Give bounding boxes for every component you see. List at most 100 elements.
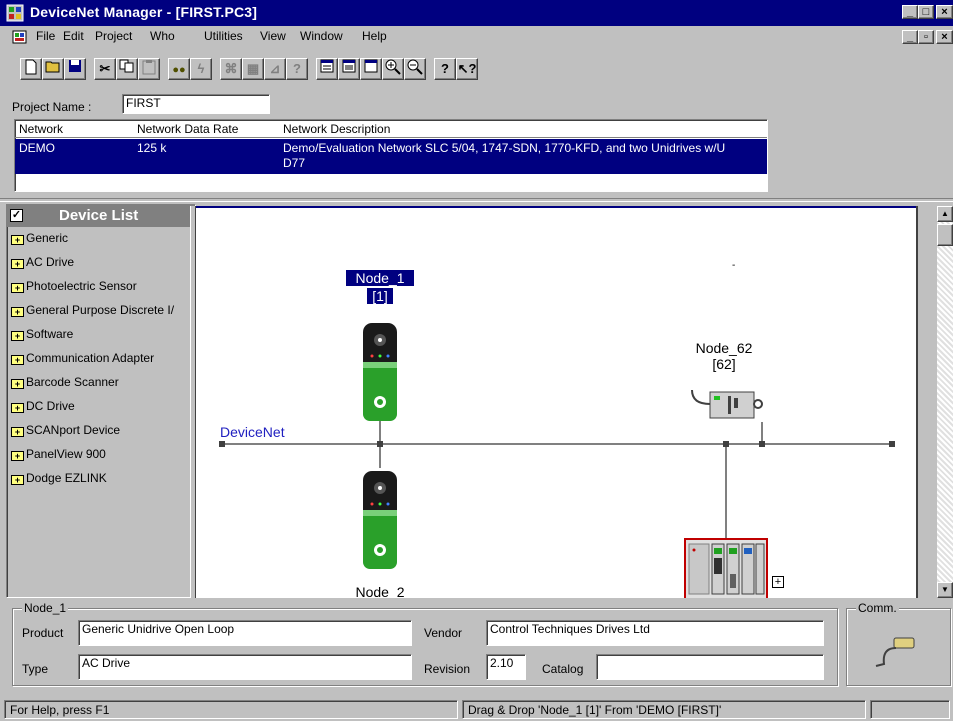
status-extra-cell: [870, 700, 950, 719]
expand-folder-icon[interactable]: +: [11, 403, 24, 413]
node62-kfd-adapter-icon[interactable]: [690, 388, 766, 424]
device-list-item[interactable]: + SCANport Device: [11, 423, 195, 445]
wizard-help-button[interactable]: ?: [286, 58, 308, 80]
document-icon[interactable]: [12, 29, 28, 45]
expand-folder-icon[interactable]: +: [11, 379, 24, 389]
column-network-description[interactable]: Network Description: [283, 122, 390, 136]
menu-project[interactable]: Project: [95, 29, 132, 43]
revision-field[interactable]: 2.10: [486, 654, 526, 680]
help-button[interactable]: ?: [434, 58, 456, 80]
menu-window[interactable]: Window: [300, 29, 343, 43]
product-field[interactable]: Generic Unidrive Open Loop: [78, 620, 412, 646]
device-list-item[interactable]: + Dodge EZLINK: [11, 471, 195, 493]
device-list-item[interactable]: + AC Drive: [11, 255, 195, 277]
device-list-item[interactable]: + Communication Adapter: [11, 351, 195, 373]
edit-device-button[interactable]: ▦: [242, 58, 264, 80]
device-list-checkbox[interactable]: ✓: [10, 209, 23, 222]
column-network[interactable]: Network: [19, 122, 63, 136]
expand-folder-icon[interactable]: +: [11, 283, 24, 293]
device-list-item-label: DC Drive: [26, 399, 75, 413]
expand-folder-icon[interactable]: +: [11, 427, 24, 437]
catalog-field[interactable]: [596, 654, 824, 680]
device-list-item-label: Dodge EZLINK: [26, 471, 107, 485]
scissors-icon: ✂: [99, 61, 111, 76]
minimize-button[interactable]: _: [902, 5, 918, 19]
expand-folder-icon[interactable]: +: [11, 451, 24, 461]
device-list-item[interactable]: + General Purpose Discrete I/: [11, 303, 195, 325]
devicenet-app-icon: [6, 4, 24, 22]
project-name-field[interactable]: FIRST: [122, 94, 270, 114]
expand-node-button[interactable]: +: [772, 576, 784, 588]
horizontal-splitter[interactable]: [0, 198, 953, 202]
node62-label[interactable]: Node_62 [62]: [684, 340, 764, 372]
node2-label[interactable]: Node_2: [336, 584, 424, 598]
expand-folder-icon[interactable]: +: [11, 355, 24, 365]
zoom-out-button[interactable]: [404, 58, 426, 80]
menu-edit[interactable]: Edit: [63, 29, 84, 43]
scanlist-button[interactable]: ⌘: [220, 58, 242, 80]
view-window-button[interactable]: [360, 58, 382, 80]
zoom-in-button[interactable]: [382, 58, 404, 80]
device-list-item[interactable]: + DC Drive: [11, 399, 195, 421]
zoom-out-icon: [407, 59, 423, 75]
device-list-item[interactable]: + Photoelectric Sensor: [11, 279, 195, 301]
node1-label-selected[interactable]: Node_1: [346, 270, 414, 286]
device-list-panel: ✓ Device List + Generic + AC Drive + Photoele…: [6, 204, 196, 598]
scroll-thumb[interactable]: [937, 224, 953, 246]
vendor-field[interactable]: Control Techniques Drives Ltd: [486, 620, 824, 646]
cut-button[interactable]: ✂: [94, 58, 116, 80]
table-row[interactable]: DEMO 125 k Demo/Evaluation Network SLC 5…: [15, 139, 767, 174]
copy-button[interactable]: [116, 58, 138, 80]
menu-help[interactable]: Help: [362, 29, 387, 43]
device-list-item[interactable]: + PanelView 900: [11, 447, 195, 469]
window-list-icon: [320, 59, 334, 73]
child-close-button[interactable]: ×: [936, 30, 953, 44]
network-graph-canvas[interactable]: DeviceNet - Node_1 [1] Node_2 Node_62 [6…: [196, 206, 918, 598]
paste-button[interactable]: [138, 58, 160, 80]
save-disk-icon: [69, 60, 81, 72]
column-network-data-rate[interactable]: Network Data Rate: [137, 122, 238, 136]
vertical-scrollbar[interactable]: ▲ ▼: [937, 206, 953, 598]
scroll-down-arrow-icon[interactable]: ▼: [937, 582, 953, 598]
menu-who[interactable]: Who: [150, 29, 175, 43]
device-list-item[interactable]: + Barcode Scanner: [11, 375, 195, 397]
maximize-button[interactable]: □: [918, 5, 934, 19]
status-bar: For Help, press F1 Drag & Drop 'Node_1 […: [0, 697, 953, 721]
context-help-button[interactable]: ↖?: [456, 58, 478, 80]
device-list-item[interactable]: + Generic: [11, 231, 195, 253]
who-button[interactable]: ●●: [168, 58, 190, 80]
open-button[interactable]: [42, 58, 64, 80]
node2-unidrive-icon[interactable]: [362, 470, 398, 570]
device-list-item-label: Photoelectric Sensor: [26, 279, 137, 293]
menu-view[interactable]: View: [260, 29, 286, 43]
scroll-up-arrow-icon[interactable]: ▲: [937, 206, 953, 222]
online-button[interactable]: ϟ: [190, 58, 212, 80]
child-minimize-button[interactable]: _: [902, 30, 918, 44]
comm-cable-icon[interactable]: [872, 634, 918, 670]
trunk-end-right: [889, 441, 895, 447]
expand-folder-icon[interactable]: +: [11, 307, 24, 317]
expand-folder-icon[interactable]: +: [11, 235, 24, 245]
network-table: Network Network Data Rate Network Descri…: [14, 119, 768, 192]
node1-unidrive-icon[interactable]: [362, 322, 398, 422]
view-list-button[interactable]: [316, 58, 338, 80]
save-button[interactable]: [64, 58, 86, 80]
menu-utilities[interactable]: Utilities: [204, 29, 243, 43]
device-list-title: Device List: [59, 207, 139, 224]
expand-folder-icon[interactable]: +: [11, 259, 24, 269]
type-field[interactable]: AC Drive: [78, 654, 412, 680]
child-restore-button[interactable]: ▫: [918, 30, 934, 44]
open-folder-icon: [45, 61, 60, 73]
view-graph-button[interactable]: [338, 58, 360, 80]
close-button[interactable]: ×: [936, 5, 953, 19]
zoom-in-icon: [385, 59, 401, 75]
device-list-item-label: Communication Adapter: [26, 351, 155, 365]
new-file-button[interactable]: [20, 58, 42, 80]
menu-file[interactable]: File: [36, 29, 55, 43]
expand-folder-icon[interactable]: +: [11, 475, 24, 485]
device-list-item[interactable]: + Software: [11, 327, 195, 349]
wizard-button[interactable]: ⊿: [264, 58, 286, 80]
expand-folder-icon[interactable]: +: [11, 331, 24, 341]
slc-plc-rack-icon[interactable]: [684, 538, 768, 598]
revision-label: Revision: [424, 662, 471, 676]
